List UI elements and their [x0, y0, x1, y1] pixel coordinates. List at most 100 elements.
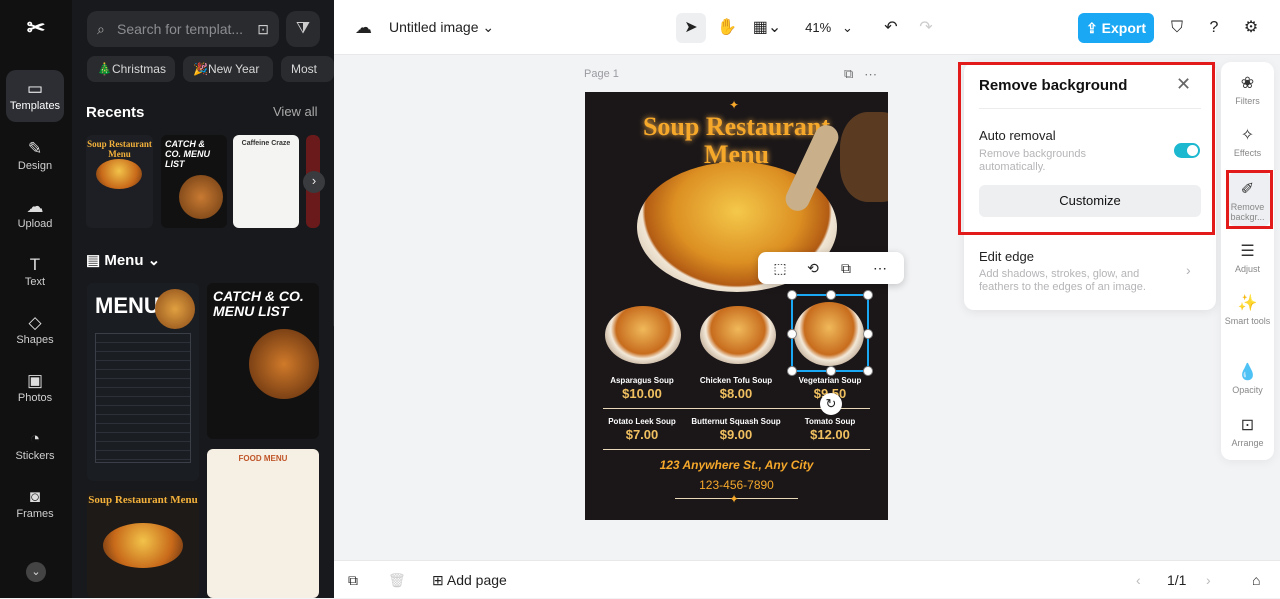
recent-thumb-soup[interactable]: Soup Restaurant Menu [86, 135, 153, 228]
poster-phone: 123-456-7890 [699, 478, 774, 492]
nav-upload[interactable]: ☁ Upload [6, 188, 64, 240]
item-price: $12.00 [810, 427, 850, 442]
template-menu-dark[interactable]: MENU [87, 283, 199, 481]
poster-title-line1: Soup Restaurant [642, 112, 831, 141]
duplicate-button[interactable]: ⧉ [834, 256, 858, 280]
export-icon: ⇪ [1086, 20, 1098, 36]
shield-button[interactable]: ⛉ [1164, 13, 1190, 43]
smart-tools-icon: ✨ [1237, 295, 1258, 312]
zoom-select[interactable]: 41% ⌄ [796, 13, 862, 43]
photos-icon: ▣ [26, 371, 44, 390]
template-soup-menu[interactable]: Soup Restaurant Menu [87, 491, 199, 598]
pages-panel-icon[interactable]: ⌂ [1252, 561, 1260, 599]
duplicate-page-icon[interactable]: ⧉ [844, 66, 853, 81]
menu-section-title[interactable]: ▤ Menu ⌄ [86, 251, 160, 269]
more-options-button[interactable]: ⋯ [868, 256, 892, 280]
rotate-handle-icon[interactable]: ↻ [820, 393, 842, 415]
item-price: $7.00 [625, 427, 659, 442]
soup-image-asparagus [605, 306, 681, 364]
highlight-box [958, 62, 1215, 235]
redo-button[interactable]: ↷ [914, 13, 938, 43]
resize-handle[interactable] [787, 329, 797, 339]
doc-title[interactable]: Untitled image ⌄ [389, 0, 494, 55]
gear-icon: ⚙ [1243, 19, 1259, 36]
nav-stickers[interactable]: ◔ Stickers [6, 420, 64, 472]
crop-icon: ⬚ [773, 260, 787, 276]
filter-button[interactable]: ⧩ [286, 11, 320, 47]
nav-frames[interactable]: ◙ Frames [6, 478, 64, 530]
item-price: $10.00 [622, 386, 662, 401]
layout-button[interactable]: ▦⌄ [748, 13, 786, 43]
menu-title-text: Menu [104, 252, 144, 269]
template-food-menu[interactable]: FOOD MENU [207, 449, 319, 598]
more-icon[interactable]: ⋯ [864, 66, 877, 81]
tool-filters[interactable]: ❀ Filters [1221, 74, 1274, 106]
tool-arrange[interactable]: ⊡ Arrange [1221, 416, 1274, 448]
resize-handle[interactable] [787, 366, 797, 376]
template-catch-co[interactable]: CATCH & CO. MENU LIST [207, 283, 319, 439]
copy-page-icon[interactable]: ⧉ [348, 561, 358, 599]
resize-handle[interactable] [826, 366, 836, 376]
nav-design[interactable]: ✎ Design [6, 130, 64, 182]
chip-christmas[interactable]: 🎄Christmas [87, 56, 175, 82]
add-page-button[interactable]: ⊞ Add page [432, 561, 507, 599]
tool-effects[interactable]: ✧ Effects [1221, 126, 1274, 158]
nav-label: Photos [17, 392, 53, 404]
app-logo-icon[interactable]: ✂ [22, 14, 50, 42]
thumb-image [155, 289, 195, 329]
undo-button[interactable]: ↶ [879, 13, 903, 43]
tool-opacity[interactable]: 💧 Opacity [1221, 363, 1274, 395]
nav-more-chevron-icon[interactable]: ⌄ [26, 562, 46, 582]
resize-handle[interactable] [826, 290, 836, 300]
shield-icon: ⛉ [1170, 19, 1183, 36]
recent-thumb-catch[interactable]: CATCH & CO. MENU LIST [161, 135, 227, 228]
settings-button[interactable]: ⚙ [1238, 13, 1264, 43]
chevron-right-icon[interactable]: › [1186, 262, 1191, 278]
item-name: Tomato Soup [804, 417, 856, 426]
templates-panel: ⌕ Search for templat... ⊡ ⧩ 🎄Christmas 🎉… [72, 0, 334, 598]
sparkle-icon: ✦ [729, 98, 740, 112]
tool-smart-tools[interactable]: ✨ Smart tools [1221, 294, 1274, 326]
search-icon: ⌕ [97, 21, 105, 37]
tool-label: Adjust [1234, 264, 1260, 274]
filters-icon: ❀ [1240, 75, 1255, 92]
resize-handle[interactable] [787, 290, 797, 300]
crop-button[interactable]: ⬚ [768, 256, 792, 280]
nav-photos[interactable]: ▣ Photos [6, 362, 64, 414]
resize-handle[interactable] [863, 290, 873, 300]
filter-icon: ⧩ [295, 20, 311, 37]
hand-tool-button[interactable]: ✋ [712, 13, 742, 43]
export-label: Export [1101, 20, 1146, 36]
add-page-icon: ⊞ [432, 572, 444, 588]
thumb-text: CATCH & CO. MENU LIST [213, 288, 304, 319]
recent-thumb-caffeine[interactable]: Caffeine Craze [233, 135, 299, 228]
export-button[interactable]: ⇪ Export [1078, 13, 1154, 43]
recents-title: Recents [86, 104, 145, 121]
nav-shapes[interactable]: ◇ Shapes [6, 304, 64, 356]
delete-icon[interactable]: 🗑 [388, 561, 406, 599]
template-search-input[interactable]: ⌕ Search for templat... ⊡ [87, 11, 279, 47]
nav-templates[interactable]: ▭ Templates [6, 70, 64, 122]
prev-page-chevron-icon[interactable]: ‹ [1136, 561, 1141, 599]
help-button[interactable]: ? [1201, 13, 1227, 43]
resize-handle[interactable] [863, 366, 873, 376]
cloud-sync-icon[interactable]: ☁ [355, 0, 372, 55]
image-search-icon[interactable]: ⊡ [257, 11, 269, 47]
recents-next-chevron-icon[interactable]: › [303, 171, 325, 193]
selection-box[interactable] [787, 290, 873, 376]
select-tool-button[interactable]: ➤ [676, 13, 706, 43]
resize-handle[interactable] [863, 329, 873, 339]
thumb-text: Soup Restaurant Menu [87, 139, 152, 159]
thumb-image [249, 329, 319, 399]
view-all-link[interactable]: View all [273, 104, 318, 119]
replace-button[interactable]: ⟲ [801, 256, 825, 280]
design-icon: ✎ [27, 139, 43, 158]
edit-edge-label[interactable]: Edit edge [979, 249, 1034, 264]
chip-most[interactable]: Most [281, 56, 334, 82]
chip-new-year[interactable]: 🎉New Year [183, 56, 273, 82]
nav-text[interactable]: T Text [6, 246, 64, 298]
tool-adjust[interactable]: ☰ Adjust [1221, 242, 1274, 274]
nav-label: Upload [17, 218, 53, 230]
next-page-chevron-icon[interactable]: › [1206, 561, 1211, 599]
redo-icon: ↷ [919, 19, 933, 36]
